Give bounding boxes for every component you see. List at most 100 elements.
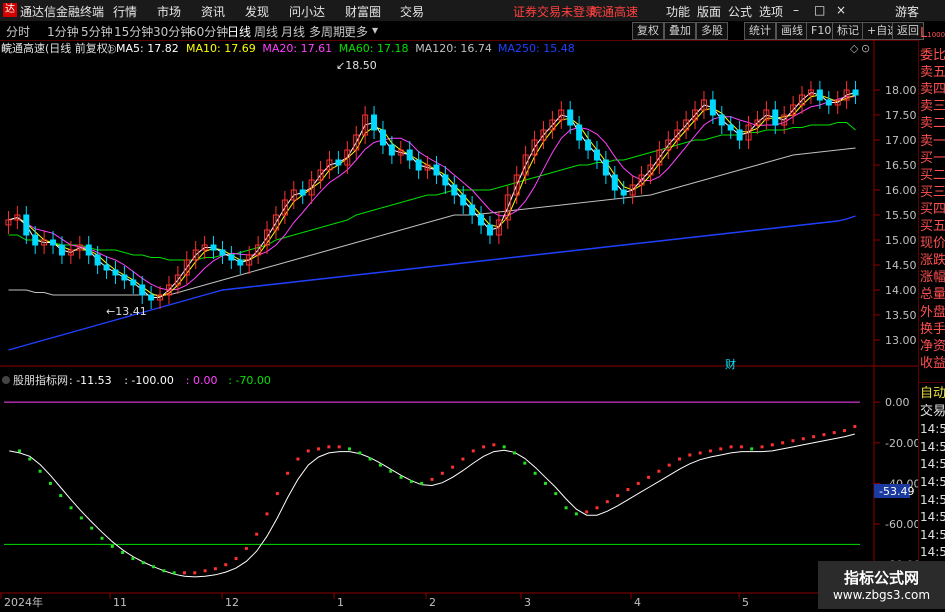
side-item-2[interactable]: 卖四 [920,82,945,98]
candle-body [58,244,65,256]
indicator-dot [224,563,228,567]
menu-news[interactable]: 资讯 [201,3,225,20]
diamond-icon[interactable]: ◇ [850,42,859,55]
menu-market[interactable]: 市场 [157,3,181,20]
indicator-dot [533,471,537,475]
menu-market-quotes[interactable]: 行情 [113,3,137,20]
financial-event-marker[interactable]: 财 [725,357,736,371]
stock-name-link[interactable]: 皖通高速 [590,3,638,20]
indicator-settings-icon[interactable] [2,376,10,384]
maximize-button[interactable]: □ [814,3,825,17]
indicator-dot [317,447,321,451]
candle-body [486,224,493,236]
adjust-button[interactable]: 复权 [632,22,664,40]
price-tick-label: 15.50 [885,209,917,222]
trade-time-1: 14:56 [920,439,945,454]
draw-line-button[interactable]: 画线 [776,22,808,40]
chevron-down-icon[interactable]: ▾ [372,23,378,37]
indicator-dot [812,435,816,439]
indicator-dot [585,510,589,514]
side-lower-label-1[interactable]: 交易 [920,404,945,420]
indicator-dot [38,469,42,473]
side-item-6[interactable]: 买一 [920,151,945,167]
period-5min[interactable]: 5分钟 [81,23,113,40]
candle-body [727,124,734,131]
side-item-11[interactable]: 现价 [920,236,945,252]
current-value-label: -53.49 [879,485,914,498]
menu-function[interactable]: 功能 [666,3,690,20]
side-item-14[interactable]: 总量 [920,287,945,303]
candle-body [299,189,306,196]
close-button[interactable]: × [836,3,846,17]
mark-button[interactable]: 标记 [832,22,864,40]
statistics-button[interactable]: 统计 [744,22,776,40]
period-monthly[interactable]: 月线 [281,23,305,40]
indicator-dot [162,569,166,573]
period-30min[interactable]: 30分钟 [153,23,192,40]
options-icon[interactable]: ⊙ [861,42,870,55]
side-item-3[interactable]: 卖三 [920,99,945,115]
side-item-12[interactable]: 涨跌 [920,253,945,269]
guest-user[interactable]: 游客 [895,3,919,20]
menu-trade[interactable]: 交易 [400,3,424,20]
period-multi[interactable]: 多周期 [309,23,345,40]
candle-body [602,159,609,176]
menu-wealth-circle[interactable]: 财富圈 [345,3,381,20]
high-price-label: ↙18.50 [336,59,377,72]
candle-body [32,234,39,246]
indicator-dot [523,461,527,465]
side-item-1[interactable]: 卖五 [920,65,945,81]
period-weekly[interactable]: 周线 [254,23,278,40]
candle-body [451,184,458,196]
side-item-5[interactable]: 卖一 [920,134,945,150]
side-item-17[interactable]: 净资 [920,339,945,355]
candle-body [85,244,92,256]
side-item-0[interactable]: 委比 [920,48,945,64]
menu-options[interactable]: 选项 [759,3,783,20]
x-axis-label: 5 [742,596,749,609]
candle-body [718,114,725,126]
candle-body [585,139,592,151]
candle-body [620,189,627,196]
menu-layout[interactable]: 版面 [697,3,721,20]
period-15min[interactable]: 15分钟 [114,23,153,40]
period-60min[interactable]: 60分钟 [189,23,228,40]
menu-ask[interactable]: 问小达 [289,3,325,20]
indicator-value-3: : -70.00 [228,374,271,387]
login-notice[interactable]: 证券交易未登录 [513,3,597,20]
period-1min[interactable]: 1分钟 [47,23,79,40]
side-item-15[interactable]: 外盘 [920,305,945,321]
indicator-dot [605,500,609,504]
quote-side-panel[interactable]: L1000 委比 卖五 卖四 卖三 卖二 卖一 买一 买二 买三 买四 买五 现价 涨跌 涨幅 总量 外盘 换手… [918,26,945,609]
side-item-8[interactable]: 买三 [920,185,945,201]
side-item-7[interactable]: 买二 [920,168,945,184]
side-item-10[interactable]: 买五 [920,219,945,235]
chart-area[interactable]: 皖通高速(日线 前复权) ◎ MA5: 17.82 MA10: 17.69 MA20… [0,40,920,609]
period-intraday[interactable]: 分时 [6,23,30,40]
side-item-18[interactable]: 收益 [920,356,945,372]
x-axis-label: 4 [634,596,641,609]
indicator-dot [69,506,73,510]
watermark-url: www.zbgs3.com [832,588,931,602]
price-tick-label: 13.00 [885,334,917,347]
side-item-9[interactable]: 买四 [920,202,945,218]
ma-label-1: MA10: 17.69 [186,42,256,55]
minimize-button[interactable]: – [793,3,799,17]
side-item-13[interactable]: 涨幅 [920,270,945,286]
side-item-4[interactable]: 卖二 [920,116,945,132]
side-lower-label-0[interactable]: 自动 [920,386,945,402]
x-axis-label: 12 [225,596,239,609]
overlay-button[interactable]: 叠加 [664,22,696,40]
kline-chart[interactable]: 皖通高速(日线 前复权) ◎ MA5: 17.82 MA10: 17.69 MA20… [0,40,920,609]
price-tick-label: 16.50 [885,159,917,172]
indicator-dot [378,463,382,467]
period-more[interactable]: 更多 [344,23,368,40]
candle-body [772,109,779,126]
multi-stock-button[interactable]: 多股 [696,22,728,40]
period-daily[interactable]: 日线 [227,23,251,40]
side-item-16[interactable]: 换手 [920,322,945,338]
menu-formula[interactable]: 公式 [728,3,752,20]
indicator-dot [595,506,599,510]
ma-label-4: MA120: 16.74 [415,42,492,55]
menu-discover[interactable]: 发现 [245,3,269,20]
